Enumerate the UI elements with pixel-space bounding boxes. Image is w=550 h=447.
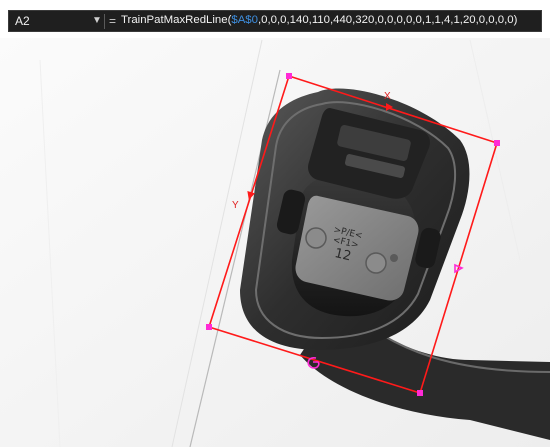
roi-y-label: Y <box>232 200 239 211</box>
chevron-down-icon[interactable]: ▼ <box>89 12 105 30</box>
formula-cell-reference: $A$0 <box>231 14 258 26</box>
formula-input[interactable]: TrainPatMaxRedLine($A$0,0,0,0,140,110,44… <box>121 14 517 26</box>
formula-strip: A2 ▼ = TrainPatMaxRedLine($A$0,0,0,0,140… <box>8 10 542 32</box>
cell-reference-box[interactable]: A2 <box>15 14 30 28</box>
formula-arguments: ,0,0,0,140,110,440,320,0,0,0,0,0,1,1,4,1… <box>257 14 518 26</box>
equals-sign: = <box>109 14 117 28</box>
formula-function-name: TrainPatMaxRedLine( <box>121 14 232 26</box>
separator <box>104 14 105 29</box>
image-viewer[interactable]: X Y >P/E< <F1> 12 <box>0 38 550 447</box>
formula-bar: A2 ▼ = TrainPatMaxRedLine($A$0,0,0,0,140… <box>0 0 550 38</box>
camera-image <box>0 38 550 447</box>
roi-x-label: X <box>384 91 391 102</box>
